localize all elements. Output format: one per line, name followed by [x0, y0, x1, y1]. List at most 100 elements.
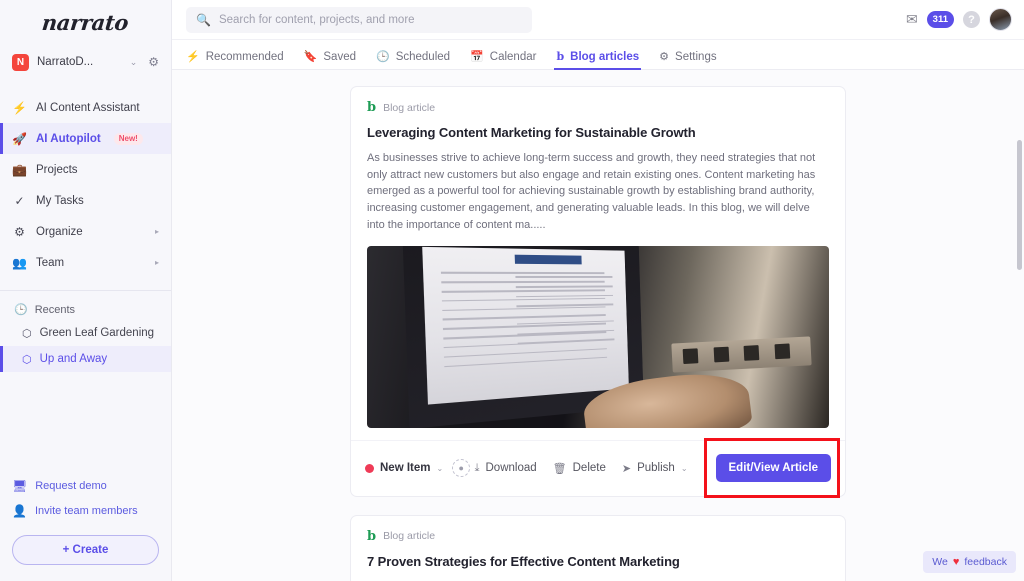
tab-saved[interactable]: 🔖 Saved — [304, 50, 356, 69]
clock-icon: 🕒 — [376, 51, 390, 63]
new-badge: New! — [113, 132, 143, 145]
sidebar-nav: ⚡ AI Content Assistant 🚀 AI Autopilot Ne… — [0, 92, 171, 278]
recent-item-up-and-away[interactable]: ⬡ Up and Away — [0, 346, 171, 372]
calendar-icon: 📅 — [470, 51, 484, 63]
card-kind-label: Blog article — [383, 101, 436, 114]
app-root: narrato N NarratoD... ⌄ ⚙ ⚡ AI Content A… — [0, 0, 1024, 581]
scrollbar-thumb[interactable] — [1017, 140, 1022, 270]
search-input[interactable] — [218, 13, 522, 26]
tab-label: Blog articles — [570, 50, 640, 63]
help-icon[interactable]: ? — [963, 11, 980, 28]
tab-label: Settings — [675, 50, 717, 63]
card-kind-label: Blog article — [383, 530, 436, 543]
chevron-down-icon[interactable]: ⌄ — [681, 464, 688, 473]
sidebar-footer: 🖥 Request demo 👤 Invite team members + C… — [0, 473, 171, 581]
feedback-suffix: feedback — [964, 556, 1007, 568]
tab-bar: ⚡ Recommended 🔖 Saved 🕒 Scheduled 📅 Cale… — [172, 40, 1024, 70]
feedback-widget[interactable]: We ♥ feedback — [923, 551, 1016, 573]
download-label: Download — [485, 462, 537, 475]
briefcase-icon: 💼 — [12, 162, 27, 177]
status-selector[interactable]: New Item ⌄ — [365, 462, 443, 474]
request-demo-label: Request demo — [35, 479, 107, 492]
sidebar-item-label: AI Content Assistant — [36, 101, 140, 114]
feedback-prefix: We — [932, 556, 948, 568]
sidebar-item-label: Organize — [36, 225, 83, 238]
tab-blog-articles[interactable]: b Blog articles — [554, 50, 641, 70]
recents-header: 🕒 Recents — [0, 291, 171, 320]
chevron-right-icon[interactable]: ▸ — [155, 258, 159, 267]
tab-label: Scheduled — [395, 50, 451, 63]
sidebar-item-organize[interactable]: ⚙ Organize ▸ — [0, 216, 171, 247]
sidebar: narrato N NarratoD... ⌄ ⚙ ⚡ AI Content A… — [0, 0, 172, 581]
user-avatar[interactable] — [989, 8, 1012, 31]
sidebar-item-ai-content-assistant[interactable]: ⚡ AI Content Assistant — [0, 92, 171, 123]
sidebar-item-ai-autopilot[interactable]: 🚀 AI Autopilot New! — [0, 123, 171, 154]
notification-count-badge[interactable]: 311 — [926, 11, 954, 28]
sidebar-item-my-tasks[interactable]: ✓ My Tasks — [0, 185, 171, 216]
edit-button-wrapper: Edit/View Article — [703, 438, 840, 499]
content-scroll-area[interactable]: b Blog article Leveraging Content Market… — [172, 70, 1024, 581]
download-icon: ⤓ — [474, 461, 480, 474]
sidebar-item-team[interactable]: 👥 Team ▸ — [0, 247, 171, 278]
recents-label: Recents — [34, 303, 76, 316]
status-dot — [365, 463, 374, 473]
scrollbar[interactable] — [1017, 140, 1022, 579]
tab-label: Recommended — [205, 50, 284, 63]
blog-article-card[interactable]: b Blog article Leveraging Content Market… — [350, 86, 846, 499]
mail-icon[interactable]: ✉ — [906, 11, 918, 28]
rocket-icon: 🚀 — [12, 131, 27, 146]
workspace-selector[interactable]: N NarratoD... ⌄ ⚙ — [12, 48, 159, 76]
request-demo-link[interactable]: 🖥 Request demo — [12, 473, 159, 498]
laptop-screen — [422, 246, 630, 405]
tab-settings[interactable]: ⚙ Settings — [659, 50, 716, 69]
card-title: 7 Proven Strategies for Effective Conten… — [367, 553, 680, 569]
recent-item-label: Green Leaf Gardening — [39, 327, 155, 339]
blog-article-card[interactable]: b Blog article 7 Proven Strategies for E… — [350, 514, 846, 581]
chevron-down-icon[interactable]: ⌄ — [437, 464, 444, 473]
bookmark-icon: 🔖 — [303, 51, 318, 63]
sidebar-item-label: Projects — [36, 163, 78, 176]
person-add-icon: ● — [458, 463, 464, 474]
invite-team-members-link[interactable]: 👤 Invite team members — [12, 498, 159, 523]
blogger-icon: b — [367, 528, 377, 544]
main-area: 🔍 ✉ 311 ? ⚡ Recommended 🔖 Saved 🕒 Schedu — [172, 0, 1024, 581]
cog-icon: ⚙ — [14, 224, 25, 239]
tab-label: Saved — [323, 50, 356, 63]
status-label: New Item — [380, 462, 431, 475]
card-title: Leveraging Content Marketing for Sustain… — [367, 125, 696, 140]
publish-button[interactable]: ➤ Publish ⌄ — [622, 462, 688, 475]
screen-header-block — [514, 254, 582, 265]
sidebar-item-projects[interactable]: 💼 Projects — [0, 154, 171, 185]
card-body: As businesses strive to achieve long-ter… — [367, 152, 816, 231]
tab-calendar[interactable]: 📅 Calendar — [470, 50, 536, 69]
sidebar-item-label: AI Autopilot — [36, 132, 101, 145]
create-button[interactable]: + Create — [12, 535, 159, 565]
delete-button[interactable]: 🗑 Delete — [553, 462, 606, 475]
clock-icon: 🕒 — [14, 304, 28, 316]
edit-view-article-button[interactable]: Edit/View Article — [715, 454, 831, 483]
workspace-name: NarratoD... — [37, 56, 94, 68]
blogger-icon: b — [556, 50, 565, 63]
card-kind: b Blog article — [367, 101, 829, 114]
invite-team-label: Invite team members — [34, 504, 138, 517]
narrato-logo[interactable]: narrato — [41, 10, 130, 35]
lightning-icon: ⚡ — [12, 100, 27, 115]
sidebar-item-label: Team — [36, 256, 65, 269]
assign-user-button[interactable]: ● — [452, 459, 471, 478]
card-action-bar: New Item ⌄ ● ⤓ Download 🗑 Delete ➤ Publi… — [351, 438, 845, 499]
recent-item-green-leaf-gardening[interactable]: ⬡ Green Leaf Gardening — [0, 320, 171, 346]
people-icon: 👥 — [12, 255, 27, 270]
trash-icon: 🗑 — [552, 462, 567, 475]
recent-item-label: Up and Away — [39, 353, 108, 365]
search-icon: 🔍 — [196, 12, 211, 27]
publish-label: Publish — [637, 462, 675, 475]
chevron-right-icon[interactable]: ▸ — [155, 227, 159, 236]
search-container[interactable]: 🔍 — [186, 6, 532, 33]
lightning-icon: ⚡ — [186, 51, 200, 63]
tab-scheduled[interactable]: 🕒 Scheduled — [376, 50, 450, 69]
tab-recommended[interactable]: ⚡ Recommended — [186, 50, 284, 69]
gear-icon[interactable]: ⚙ — [148, 55, 159, 69]
chevron-down-icon[interactable]: ⌄ — [130, 57, 138, 68]
desk-object — [671, 336, 812, 373]
download-button[interactable]: ⤓ Download — [475, 462, 537, 475]
